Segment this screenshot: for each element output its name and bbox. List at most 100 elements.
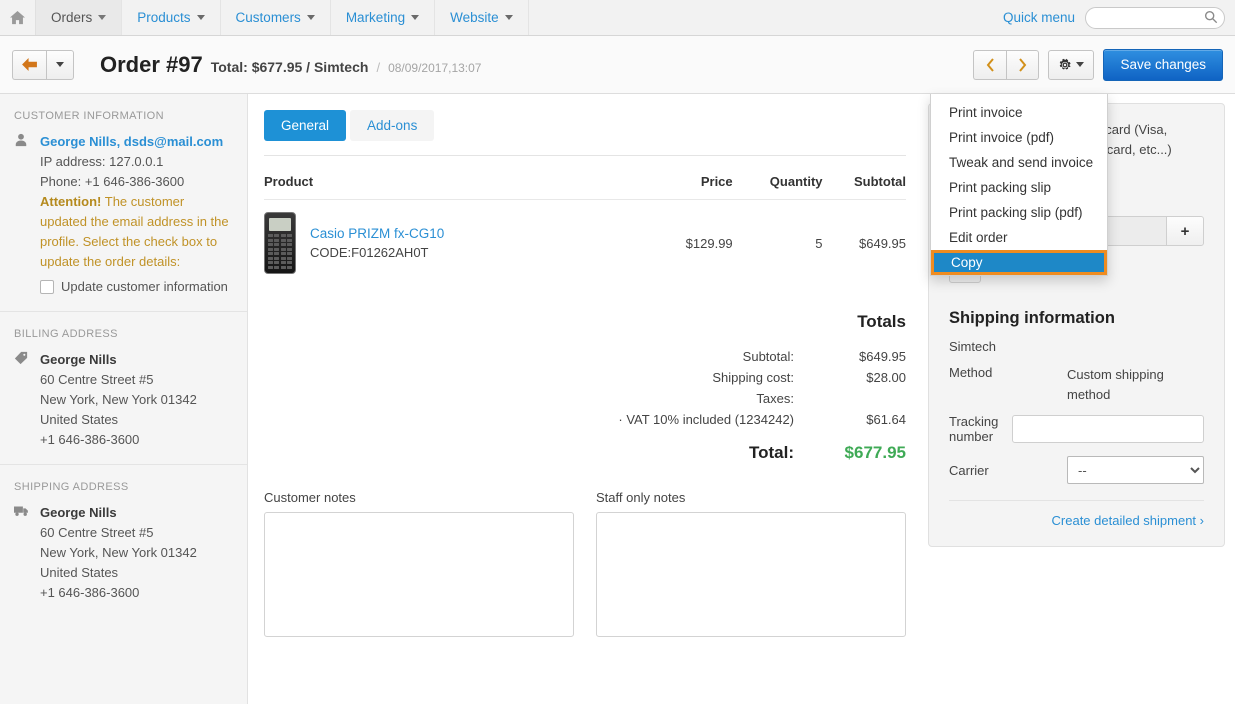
- page-title: Order #97 Total: $677.95 / Simtech / 08/…: [100, 52, 481, 78]
- dropdown-item-tweak-and-send-invoice[interactable]: Tweak and send invoice: [931, 150, 1107, 175]
- nav-item-customers[interactable]: Customers: [221, 0, 331, 35]
- main-content: General Add-ons Product Price Quantity S…: [248, 94, 928, 704]
- update-customer-information-checkbox[interactable]: [40, 280, 54, 294]
- gear-icon: [1060, 58, 1072, 70]
- update-customer-information-label: Update customer information: [61, 279, 228, 294]
- billing-line1: 60 Centre Street #5: [40, 372, 154, 387]
- totals-label: Taxes:: [756, 391, 794, 406]
- content-divider: [264, 155, 906, 156]
- product-name-link[interactable]: Casio PRIZM fx-CG10: [310, 226, 444, 241]
- shipping-phone: +1 646-386-3600: [40, 585, 140, 600]
- next-order-button[interactable]: [1006, 49, 1040, 80]
- totals-value: [820, 388, 906, 409]
- nav-item-orders[interactable]: Orders: [36, 0, 123, 35]
- order-totals-section: Totals Subtotal: $649.95 Shipping cost: …: [264, 312, 906, 466]
- staff-only-notes-textarea[interactable]: [596, 512, 906, 637]
- totals-value: $649.95: [859, 349, 906, 364]
- page-header-bar: Order #97 Total: $677.95 / Simtech / 08/…: [0, 36, 1235, 276]
- dropdown-item-print-packing-slip-pdf[interactable]: Print packing slip (pdf): [931, 200, 1107, 225]
- column-header-price: Price: [700, 174, 733, 189]
- tab-general[interactable]: General: [264, 110, 347, 141]
- dropdown-item-edit-order[interactable]: Edit order: [931, 225, 1107, 250]
- customer-notes-group: Customer notes: [264, 490, 574, 640]
- customer-name-email-link[interactable]: George Nills, dsds@mail.com: [40, 132, 231, 152]
- shipping-name: George Nills: [40, 505, 117, 520]
- back-dropdown-button[interactable]: [46, 49, 74, 80]
- sidebar-section-customer-information: Customer information George Nills, dsds@…: [0, 94, 247, 311]
- customer-ip-address: IP address: 127.0.0.1: [40, 154, 164, 169]
- shipping-country: United States: [40, 565, 119, 580]
- tracking-number-input[interactable]: [1012, 415, 1204, 443]
- column-header-quantity: Quantity: [769, 174, 823, 189]
- create-detailed-shipment-link[interactable]: Create detailed shipment ›: [949, 513, 1204, 528]
- tab-bar: General Add-ons: [264, 110, 906, 141]
- attention-notice: Attention! The customer updated the emai…: [40, 192, 231, 272]
- totals-label: · VAT 10% included (1234242): [618, 412, 794, 427]
- back-button[interactable]: [12, 49, 46, 80]
- sidebar-section-title: Customer information: [14, 110, 164, 122]
- totals-heading: Totals: [857, 312, 906, 331]
- tag-icon: [14, 350, 32, 450]
- chevron-down-icon: [1076, 62, 1085, 67]
- sidebar: Customer information George Nills, dsds@…: [0, 94, 248, 704]
- tracking-number-row: Tracking number: [949, 414, 1204, 444]
- table-row: Casio PRIZM fx-CG10 CODE:F01262AH0T $129…: [264, 199, 906, 286]
- header-actions: Save changes: [973, 48, 1223, 81]
- chevron-down-icon: [196, 15, 205, 20]
- product-price: $129.99: [636, 199, 733, 286]
- customer-phone: Phone: +1 646-386-3600: [40, 174, 185, 189]
- dropdown-item-print-invoice[interactable]: Print invoice: [931, 100, 1107, 125]
- chevron-down-icon: [306, 15, 315, 20]
- column-header-subtotal: Subtotal: [854, 174, 906, 189]
- customer-notes-label: Customer notes: [264, 490, 356, 505]
- totals-row-shipping: Shipping cost: $28.00: [618, 367, 906, 388]
- shipping-method-row: Method Custom shipping method: [949, 365, 1204, 405]
- nav-item-label: Marketing: [345, 10, 406, 25]
- nav-item-marketing[interactable]: Marketing: [331, 0, 436, 35]
- search-icon[interactable]: [1204, 10, 1218, 27]
- dropdown-item-print-packing-slip[interactable]: Print packing slip: [931, 175, 1107, 200]
- product-subtotal: $649.95: [822, 199, 906, 286]
- sidebar-section-shipping-address: Shipping address George Nills 60 Centre …: [0, 465, 247, 617]
- customer-notes-textarea[interactable]: [264, 512, 574, 637]
- totals-value: $28.00: [866, 370, 906, 385]
- previous-order-button[interactable]: [973, 49, 1007, 80]
- staff-notes-group: Staff only notes: [596, 490, 906, 640]
- quick-menu-link[interactable]: Quick menu: [1003, 10, 1075, 25]
- grand-total-label: Total:: [748, 443, 794, 462]
- dropdown-item-copy[interactable]: Copy: [931, 250, 1107, 275]
- billing-country: United States: [40, 412, 119, 427]
- sidebar-section-title: Billing address: [14, 328, 118, 340]
- carrier-select[interactable]: --: [1067, 456, 1204, 484]
- save-changes-button[interactable]: Save changes: [1103, 48, 1223, 81]
- product-thumbnail-calculator-icon[interactable]: [264, 212, 296, 274]
- chevron-down-icon: [411, 15, 420, 20]
- table-header-row: Product Price Quantity Subtotal: [264, 168, 906, 200]
- tab-add-ons[interactable]: Add-ons: [350, 110, 435, 141]
- billing-line2: New York, New York 01342: [40, 392, 197, 407]
- totals-row-subtotal: Subtotal: $649.95: [618, 346, 906, 367]
- tracking-number-label: Tracking number: [949, 414, 999, 444]
- home-icon[interactable]: [0, 0, 36, 35]
- top-navigation-bar: Orders Products Customers Marketing Webs…: [0, 0, 1235, 36]
- nav-item-products[interactable]: Products: [122, 0, 221, 35]
- nav-item-website[interactable]: Website: [435, 0, 529, 35]
- totals-row-vat: · VAT 10% included (1234242) $61.64: [618, 409, 906, 430]
- order-actions-gear-button[interactable]: [1048, 49, 1095, 80]
- product-cell: Casio PRIZM fx-CG10 CODE:F01262AH0T: [264, 199, 637, 286]
- add-manager-button[interactable]: +: [1166, 216, 1204, 246]
- column-header-product: Product: [264, 174, 314, 189]
- search-box: [1085, 6, 1225, 29]
- product-code: CODE:F01262AH0T: [310, 245, 429, 260]
- carrier-label: Carrier: [949, 462, 989, 478]
- dropdown-item-print-invoice-pdf[interactable]: Print invoice (pdf): [931, 125, 1107, 150]
- truck-icon: [14, 503, 32, 603]
- nav-item-label: Orders: [51, 10, 93, 25]
- chevron-left-icon: [986, 57, 994, 72]
- shipping-line1: 60 Centre Street #5: [40, 525, 154, 540]
- totals-label: Subtotal:: [742, 349, 794, 364]
- totals-table: Subtotal: $649.95 Shipping cost: $28.00 …: [618, 346, 906, 466]
- order-date: 08/09/2017,13:07: [388, 60, 482, 75]
- shipping-company: Simtech: [949, 339, 996, 354]
- totals-value: $61.64: [866, 412, 906, 427]
